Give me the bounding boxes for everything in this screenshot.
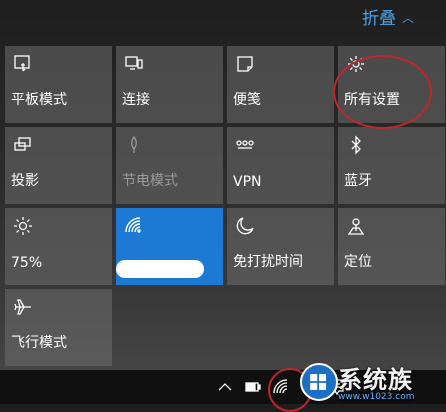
tile-connect[interactable]: 连接 — [116, 46, 223, 123]
tile-note[interactable]: 便笺 — [227, 46, 334, 123]
quick-actions-grid: 平板模式 连接 便笺 所有设置 投影 节电模式 VPN 蓝牙 75% 免打扰时间… — [5, 46, 445, 366]
tile-label: 定位 — [344, 254, 372, 270]
tile-label: 所有设置 — [344, 92, 400, 108]
tile-location[interactable]: 定位 — [338, 208, 445, 285]
tile-label: 便笺 — [233, 92, 261, 108]
volume-icon[interactable] — [300, 378, 318, 396]
collapse-button[interactable]: 折叠 ︿ — [362, 4, 414, 29]
bluetooth-icon — [346, 135, 366, 155]
tile-wifi[interactable] — [116, 208, 223, 285]
battery-saver-icon — [124, 135, 144, 155]
network-name-redacted — [116, 260, 204, 278]
tile-label: VPN — [233, 174, 262, 190]
chevron-up-icon: ︿ — [401, 11, 414, 25]
note-icon — [235, 54, 255, 74]
tile-bluetooth[interactable]: 蓝牙 — [338, 127, 445, 204]
tile-label: 蓝牙 — [344, 173, 372, 189]
gear-icon — [346, 54, 366, 74]
tile-vpn[interactable]: VPN — [227, 127, 334, 204]
tile-project[interactable]: 投影 — [5, 127, 112, 204]
tile-label: 节电模式 — [122, 173, 178, 189]
moon-icon — [235, 216, 255, 236]
tile-brightness[interactable]: 75% — [5, 208, 112, 285]
tile-label: 投影 — [11, 173, 39, 189]
tile-airplane-mode[interactable]: 飞行模式 — [5, 289, 112, 366]
taskbar — [0, 370, 446, 404]
brightness-icon — [13, 216, 33, 236]
system-tray — [216, 370, 346, 404]
tile-label: 75% — [11, 255, 43, 271]
airplane-icon — [13, 297, 33, 317]
tile-tablet-mode[interactable]: 平板模式 — [5, 46, 112, 123]
vpn-icon — [235, 135, 255, 155]
tile-label: 飞行模式 — [11, 335, 67, 351]
chevron-up-icon[interactable] — [216, 378, 234, 396]
connect-icon — [124, 54, 144, 74]
tile-quiet-hours[interactable]: 免打扰时间 — [227, 208, 334, 285]
tile-label: 免打扰时间 — [233, 254, 303, 270]
location-icon — [346, 216, 366, 236]
tablet-mode-icon — [13, 54, 33, 74]
battery-icon[interactable] — [244, 378, 262, 396]
tile-label: 连接 — [122, 92, 150, 108]
tile-all-settings[interactable]: 所有设置 — [338, 46, 445, 123]
collapse-label: 折叠 — [361, 9, 396, 29]
project-icon — [13, 135, 33, 155]
wifi-icon — [124, 216, 144, 236]
wifi-icon[interactable] — [272, 378, 290, 396]
tile-battery-saver: 节电模式 — [116, 127, 223, 204]
tile-label: 平板模式 — [11, 92, 67, 108]
action-center-icon[interactable] — [328, 378, 346, 396]
